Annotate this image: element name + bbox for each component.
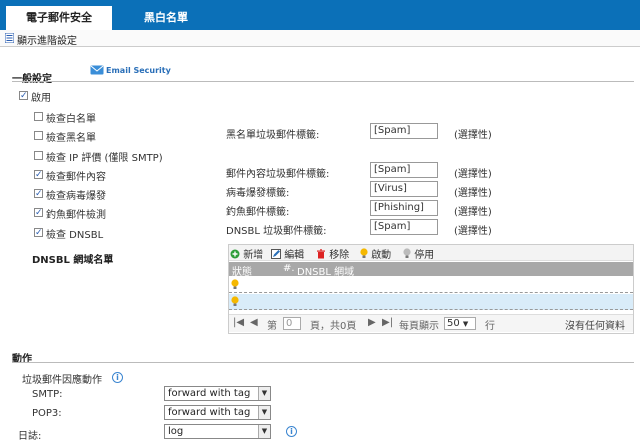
email-security-logo-text: Email Security — [106, 66, 171, 75]
virus-tag-input[interactable]: [Virus] — [370, 181, 438, 197]
column-header-status[interactable]: 狀態 — [232, 263, 252, 278]
empty-text: 沒有任何資料 — [565, 321, 625, 332]
page-number-input[interactable]: 0 — [283, 317, 301, 330]
blacklist-tag-label: 黑名單垃圾郵件標籤: — [226, 130, 320, 141]
add-icon — [230, 249, 240, 259]
general-divider — [12, 81, 634, 82]
check-ip-reputation-label: 檢查 IP 評價 (僅限 SMTP) — [46, 153, 163, 164]
pop3-label: POP3: — [32, 408, 62, 419]
lightbulb-off-icon — [403, 248, 411, 258]
phishing-tag-optional: (選擇性) — [454, 207, 492, 218]
chevron-down-icon: ▼ — [258, 425, 270, 438]
virus-tag-optional: (選擇性) — [454, 188, 492, 199]
phishing-tag-label: 釣魚郵件標籤: — [226, 207, 290, 218]
remove-button-label: 移除 — [329, 250, 350, 261]
action-divider — [12, 362, 634, 363]
content-tag-input[interactable]: [Spam] — [370, 162, 438, 178]
log-select[interactable]: log ▼ — [164, 424, 271, 439]
check-blacklist-checkbox[interactable] — [34, 131, 43, 140]
activate-button-label: 啟動 — [371, 250, 392, 261]
lightbulb-on-icon — [231, 279, 239, 289]
edit-button[interactable]: 編輯 — [271, 246, 304, 261]
phishing-tag-input[interactable]: [Phishing] — [370, 200, 438, 216]
pop3-action-select[interactable]: forward with tag ▼ — [164, 405, 271, 420]
tab-email-security[interactable]: 電子郵件安全 — [6, 6, 112, 30]
dnsbl-list-title: DNSBL 網域名單 — [32, 255, 114, 266]
chevron-down-icon: ▼ — [258, 387, 270, 400]
spam-action-label: 垃圾郵件因應動作 — [22, 375, 102, 386]
email-security-logo-icon — [90, 65, 104, 75]
tab-black-white-list[interactable]: 黑白名單 — [126, 6, 206, 30]
general-settings-title: 一般設定 — [12, 74, 52, 85]
check-dnsbl-checkbox[interactable] — [34, 228, 43, 237]
rows-label: 行 — [485, 321, 495, 332]
prev-page-icon[interactable]: ◀ — [250, 317, 258, 328]
check-whitelist-label: 檢查白名單 — [46, 114, 96, 125]
lightbulb-on-icon — [360, 248, 368, 258]
blacklist-tag-input[interactable]: [Spam] — [370, 123, 438, 139]
check-whitelist-checkbox[interactable] — [34, 112, 43, 121]
content-tag-label: 郵件內容垃圾郵件標籤: — [226, 169, 330, 180]
last-page-icon[interactable]: ▶| — [382, 317, 393, 328]
check-virus-outbreak-checkbox[interactable] — [34, 189, 43, 198]
add-button-label: 新增 — [243, 250, 264, 261]
smtp-label: SMTP: — [32, 389, 63, 400]
content-tag-optional: (選擇性) — [454, 169, 492, 180]
activate-button[interactable]: 啟動 — [360, 246, 391, 261]
check-blacklist-label: 檢查黑名單 — [46, 133, 96, 144]
smtp-action-select[interactable]: forward with tag ▼ — [164, 386, 271, 401]
dnsbl-tag-optional: (選擇性) — [454, 226, 492, 237]
check-ip-reputation-checkbox[interactable] — [34, 151, 43, 160]
check-dnsbl-label: 檢查 DNSBL — [46, 230, 104, 241]
per-page-label: 每頁顯示 — [399, 321, 439, 332]
per-page-value: 50 — [447, 318, 460, 329]
blacklist-tag-optional: (選擇性) — [454, 130, 492, 141]
deactivate-button[interactable]: 停用 — [403, 246, 434, 261]
log-value: log — [168, 426, 184, 437]
virus-tag-label: 病毒爆發標籤: — [226, 188, 290, 199]
spam-action-info-icon[interactable]: i — [112, 372, 123, 383]
enable-checkbox[interactable] — [19, 91, 28, 100]
dnsbl-tag-input[interactable]: [Spam] — [370, 219, 438, 235]
table-row[interactable] — [229, 294, 633, 310]
remove-button[interactable]: 移除 — [316, 246, 349, 261]
phishing-detection-checkbox[interactable] — [34, 208, 43, 217]
column-header-index[interactable]: #. — [283, 263, 295, 274]
advanced-settings-icon[interactable] — [5, 33, 14, 43]
chevron-down-icon: ▼ — [258, 406, 270, 419]
enable-label: 啟用 — [31, 93, 51, 104]
pop3-action-value: forward with tag — [168, 407, 251, 418]
first-page-icon[interactable]: |◀ — [233, 317, 244, 328]
column-header-dnsbl-domain[interactable]: DNSBL 網域 — [297, 263, 354, 278]
edit-icon — [271, 249, 281, 259]
edit-button-label: 編輯 — [284, 250, 305, 261]
dnsbl-tag-label: DNSBL 垃圾郵件標籤: — [226, 226, 327, 237]
add-button[interactable]: 新增 — [230, 246, 263, 261]
smtp-action-value: forward with tag — [168, 388, 251, 399]
lightbulb-on-icon — [231, 296, 239, 306]
page-total-label: 頁，共0頁 — [310, 321, 357, 332]
check-virus-outbreak-label: 檢查病毒爆發 — [46, 191, 106, 202]
next-page-icon[interactable]: ▶ — [368, 317, 376, 328]
deactivate-button-label: 停用 — [414, 250, 435, 261]
show-advanced-settings-link[interactable]: 顯示進階設定 — [17, 32, 77, 47]
per-page-select[interactable]: 50 ▼ — [444, 317, 476, 330]
phishing-detection-label: 釣魚郵件檢測 — [46, 210, 106, 221]
trash-icon — [317, 249, 325, 259]
page-label: 第 — [267, 321, 277, 332]
log-info-icon[interactable]: i — [286, 426, 297, 437]
log-label: 日誌: — [18, 431, 42, 442]
table-row[interactable] — [229, 277, 633, 293]
advanced-settings-bar — [0, 30, 640, 47]
check-mail-content-checkbox[interactable] — [34, 170, 43, 179]
check-mail-content-label: 檢查郵件內容 — [46, 172, 106, 183]
